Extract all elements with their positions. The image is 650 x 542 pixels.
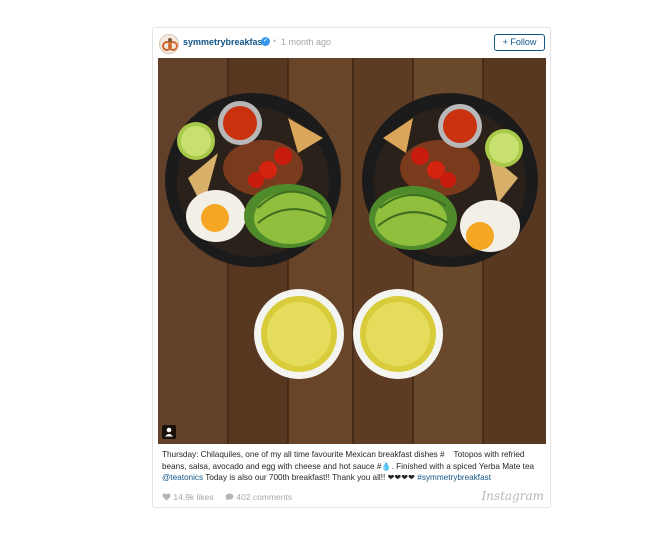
likes-count[interactable]: 14.9k likes	[162, 492, 214, 502]
caption-text: Thursday: Chilaquiles, one of my all tim…	[162, 450, 535, 471]
verified-badge-icon: ✓	[261, 37, 270, 46]
instagram-post-card: symmetrybreakfast ✓ • 1 month ago + Foll…	[152, 27, 551, 508]
separator-dot: •	[273, 36, 277, 46]
follow-button[interactable]: + Follow	[494, 34, 545, 51]
instagram-logo[interactable]: Instagram	[481, 489, 544, 503]
user-tag-icon[interactable]	[162, 425, 176, 439]
post-caption: Thursday: Chilaquiles, one of my all tim…	[162, 449, 547, 484]
post-footer: 14.9k likes 402 comments Instagram	[153, 487, 550, 507]
comments-label: 402 comments	[236, 492, 293, 502]
post-photo[interactable]	[158, 58, 546, 444]
hashtag-link[interactable]: #symmetrybreakfast	[417, 473, 491, 482]
comment-icon	[225, 493, 234, 501]
heart-icon	[162, 493, 171, 501]
username-link[interactable]: symmetrybreakfast	[183, 37, 266, 47]
post-timestamp[interactable]: 1 month ago	[281, 37, 331, 47]
post-header: symmetrybreakfast ✓ • 1 month ago + Foll…	[153, 28, 550, 58]
mention-link[interactable]: @teatonics	[162, 473, 203, 482]
avatar[interactable]	[159, 34, 179, 54]
caption-text-continued: Today is also our 700th breakfast!! Than…	[203, 473, 418, 482]
likes-label: 14.9k likes	[173, 492, 214, 502]
breakfast-photo-image	[158, 58, 546, 444]
avatar-logo-icon	[162, 38, 178, 51]
comments-count[interactable]: 402 comments	[225, 492, 292, 502]
